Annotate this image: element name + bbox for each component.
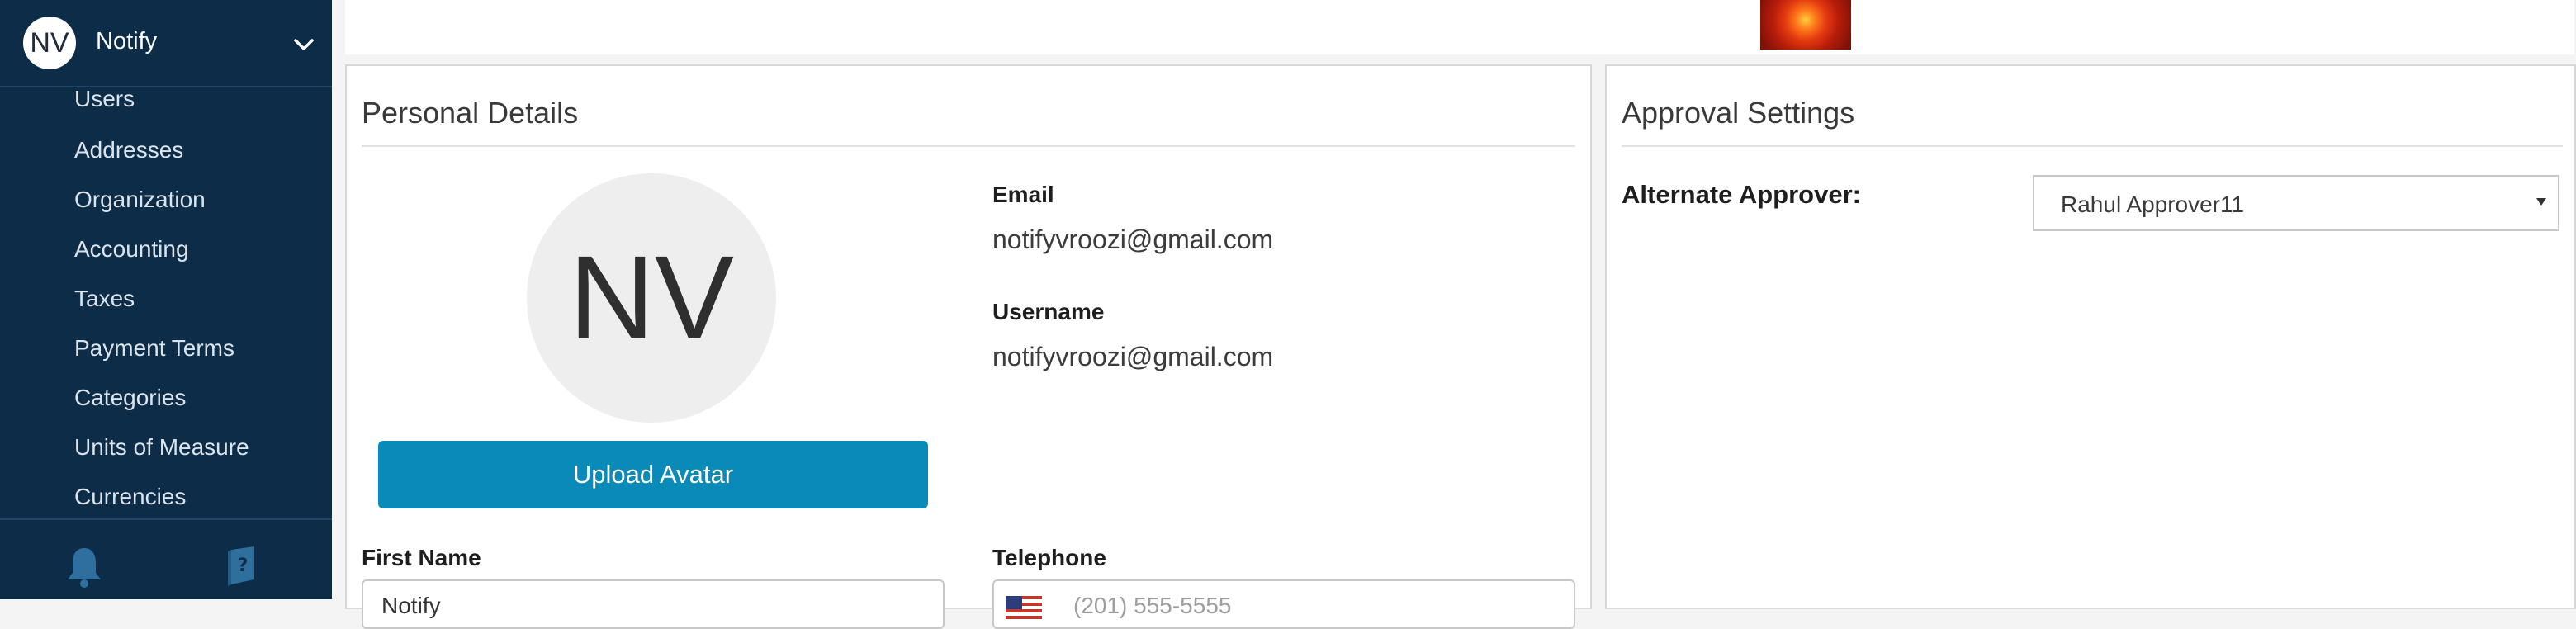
divider bbox=[362, 145, 1575, 147]
profile-avatar: NV bbox=[527, 173, 776, 423]
divider bbox=[1622, 145, 2563, 147]
chevron-down-icon[interactable] bbox=[292, 33, 315, 56]
sidebar-item-payment-terms[interactable]: Payment Terms bbox=[74, 335, 234, 362]
alternate-approver-value: Rahul Approver11 bbox=[2061, 192, 2245, 217]
email-value: notifyvroozi@gmail.com bbox=[992, 225, 1274, 254]
telephone-label: Telephone bbox=[992, 545, 1106, 570]
username-label: Username bbox=[992, 299, 1105, 324]
approval-settings-title: Approval Settings bbox=[1622, 96, 1855, 130]
username-value: notifyvroozi@gmail.com bbox=[992, 342, 1274, 371]
company-logo bbox=[1760, 0, 1851, 50]
approval-settings-card: Approval Settings Alternate Approver: Ra… bbox=[1605, 64, 2576, 609]
bell-icon[interactable] bbox=[64, 545, 104, 588]
user-name[interactable]: Notify bbox=[96, 28, 157, 55]
first-name-value: Notify bbox=[381, 593, 441, 618]
personal-details-title: Personal Details bbox=[362, 96, 579, 130]
svg-text:?: ? bbox=[238, 556, 249, 576]
telephone-field[interactable]: (201) 555-5555 bbox=[992, 579, 1575, 629]
first-name-field[interactable]: Notify bbox=[362, 579, 945, 629]
top-banner bbox=[345, 0, 2574, 54]
sidebar-nav: Users Addresses Organization Accounting … bbox=[0, 86, 332, 508]
telephone-placeholder: (201) 555-5555 bbox=[1073, 593, 1232, 618]
sidebar-item-organization[interactable]: Organization bbox=[74, 187, 206, 213]
first-name-label: First Name bbox=[362, 545, 481, 570]
sidebar-item-addresses[interactable]: Addresses bbox=[74, 137, 183, 163]
us-flag-icon[interactable] bbox=[1006, 596, 1042, 621]
upload-avatar-button[interactable]: Upload Avatar bbox=[378, 441, 928, 508]
main-content: Personal Details NV Upload Avatar Email … bbox=[332, 0, 2576, 629]
user-avatar[interactable]: NV bbox=[23, 17, 76, 69]
sidebar-item-accounting[interactable]: Accounting bbox=[74, 236, 189, 262]
sidebar-user-menu[interactable]: NV Notify bbox=[0, 0, 332, 87]
sidebar-item-users[interactable]: Users bbox=[74, 86, 135, 112]
sidebar-item-currencies[interactable]: Currencies bbox=[74, 484, 186, 508]
sidebar-item-categories[interactable]: Categories bbox=[74, 385, 186, 411]
alternate-approver-select[interactable]: Rahul Approver11 bbox=[2033, 175, 2559, 231]
sidebar-item-taxes[interactable]: Taxes bbox=[74, 286, 135, 312]
email-label: Email bbox=[992, 182, 1054, 207]
alternate-approver-label: Alternate Approver: bbox=[1622, 180, 1861, 209]
sidebar: NV Notify Users Addresses Organization A… bbox=[0, 0, 332, 599]
help-book-icon[interactable]: ? bbox=[223, 545, 263, 588]
dropdown-arrow-icon[interactable] bbox=[2536, 198, 2546, 206]
sidebar-footer: ? bbox=[0, 518, 332, 601]
personal-details-card: Personal Details NV Upload Avatar Email … bbox=[345, 64, 1592, 629]
sidebar-item-units-of-measure[interactable]: Units of Measure bbox=[74, 434, 249, 461]
